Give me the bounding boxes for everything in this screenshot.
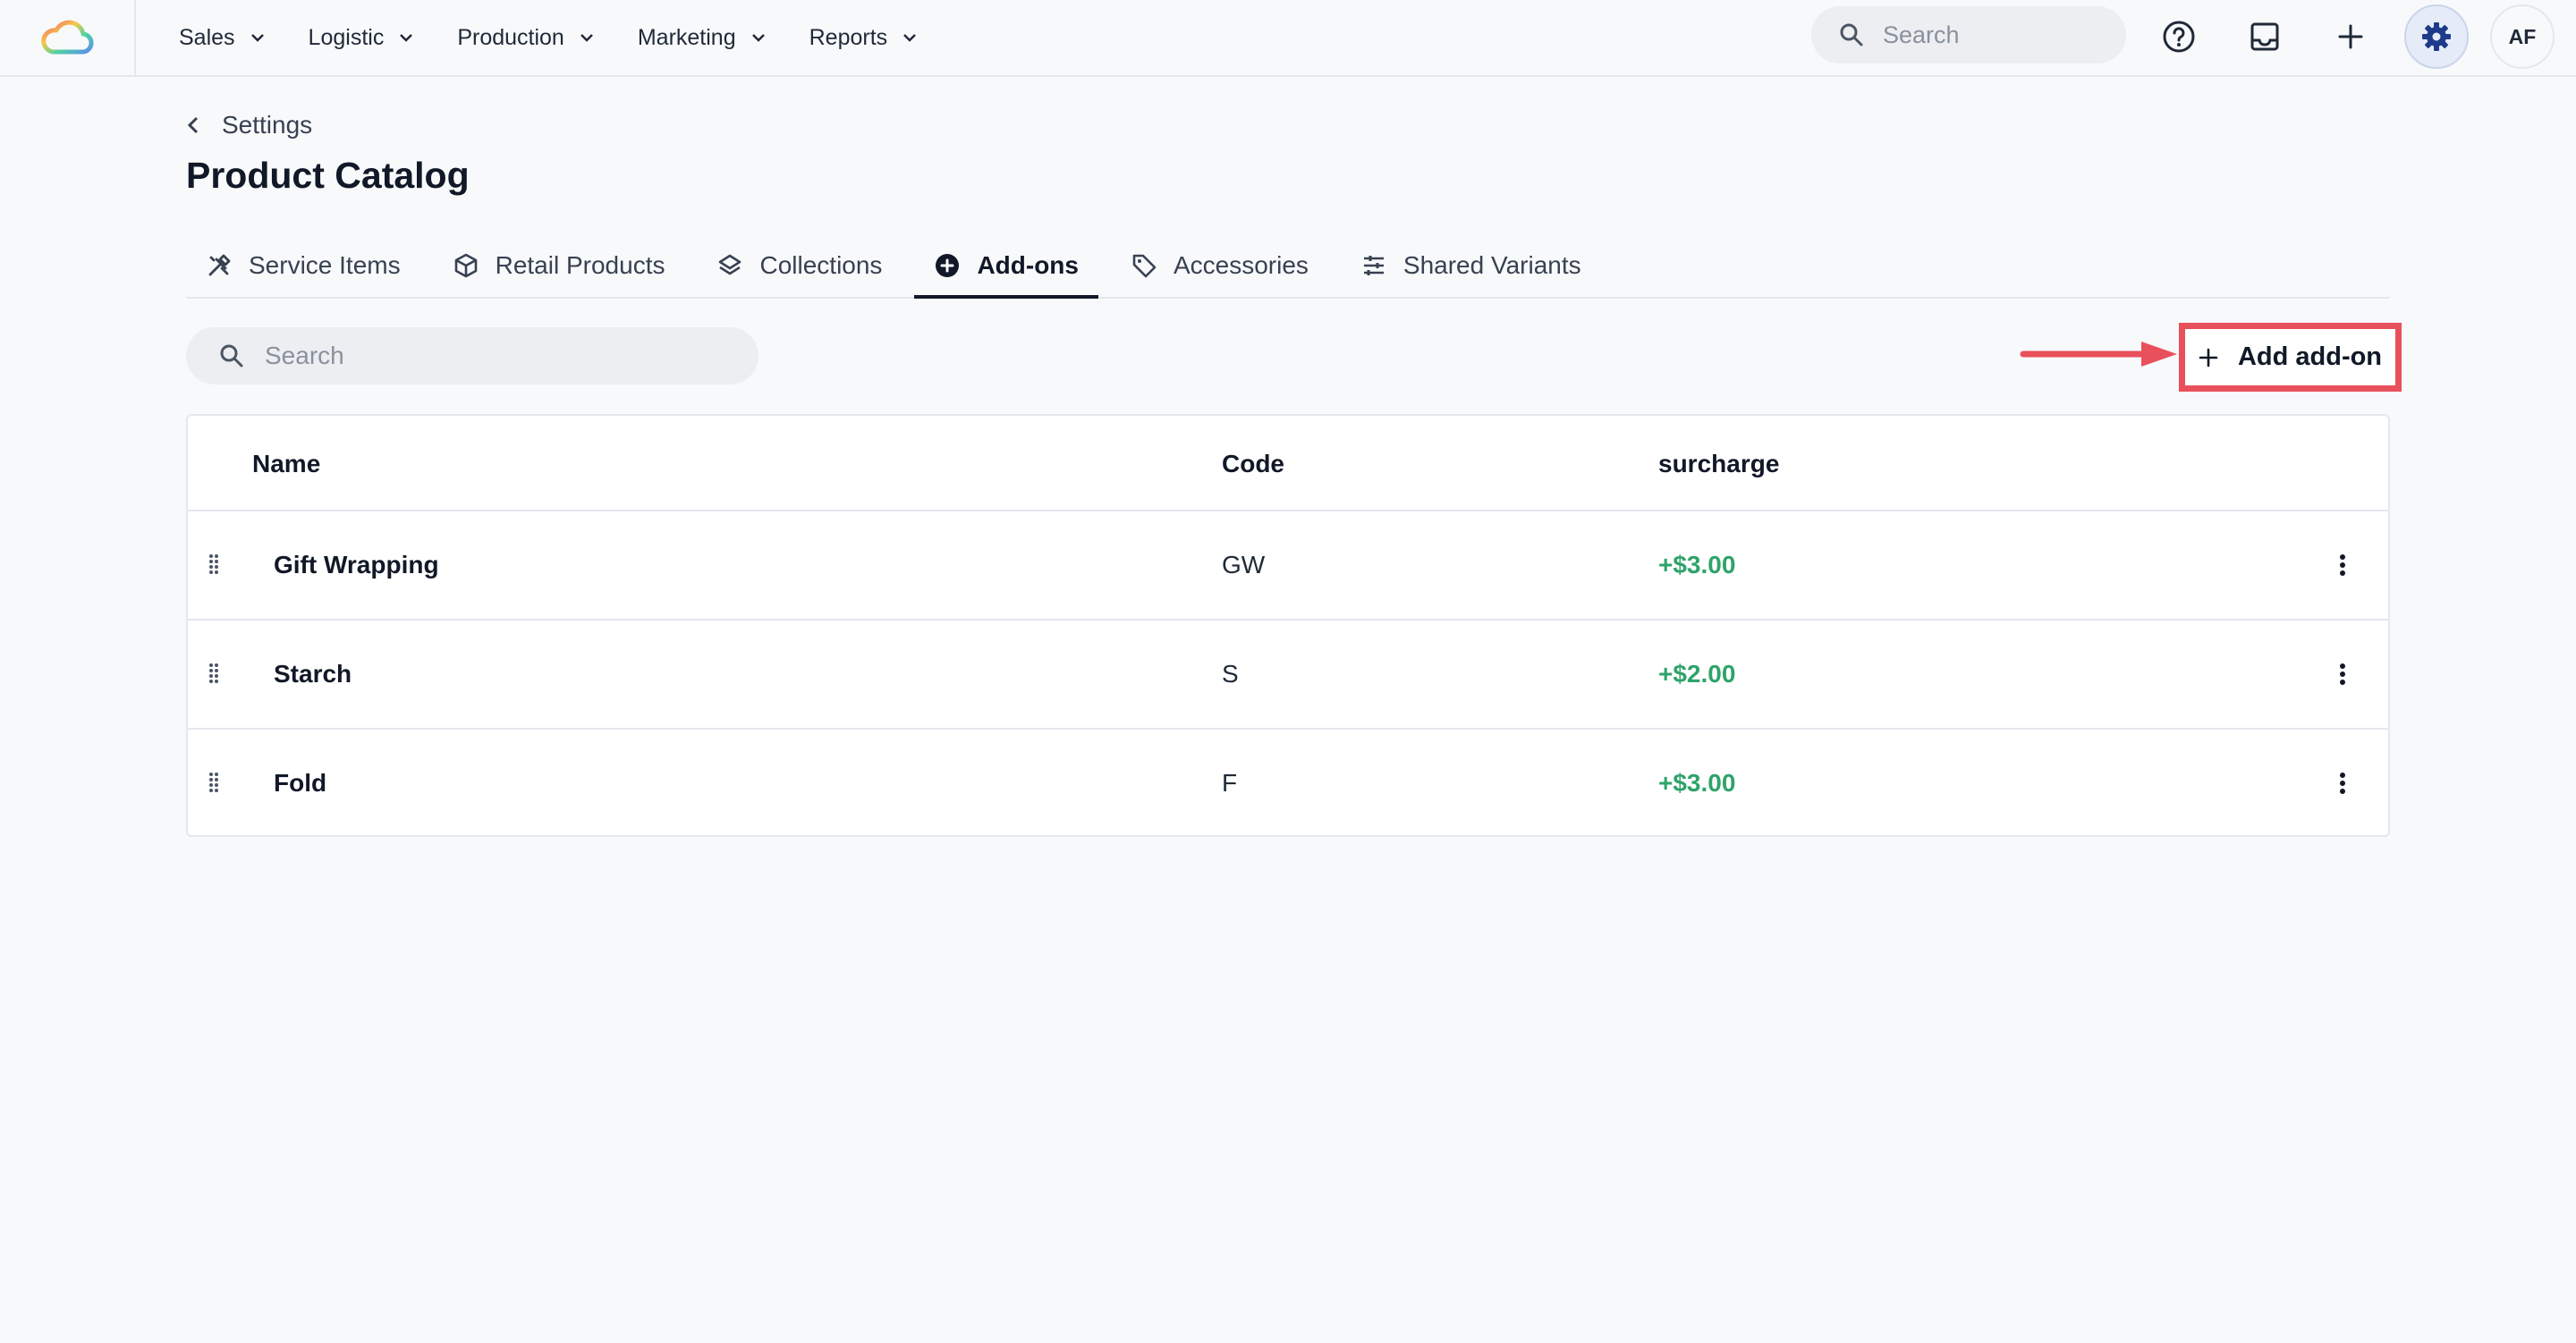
tab-label: Collections (759, 251, 883, 279)
tab-service-items[interactable]: Service Items (186, 234, 420, 297)
plus-icon (2199, 348, 2218, 367)
inbox-button[interactable] (2233, 4, 2297, 69)
nav-item-label: Marketing (637, 24, 736, 50)
nav-item-label: Logistic (308, 24, 385, 50)
catalog-tabs: Service Items Retail Products Collection… (186, 234, 2390, 299)
nav-item-label: Sales (179, 24, 235, 50)
annotation-arrow-icon (2020, 342, 2177, 367)
settings-button[interactable] (2404, 4, 2469, 69)
row-surcharge: +$3.00 (1658, 769, 1736, 797)
row-name: Starch (274, 660, 352, 688)
table-row[interactable]: Gift Wrapping GW +$3.00 (188, 511, 2388, 621)
tag-icon (1131, 252, 1157, 279)
main-nav: Sales Logistic Production Marketing Repo… (179, 0, 961, 75)
row-code: GW (1222, 551, 1266, 579)
tab-label: Add-ons (977, 251, 1079, 279)
global-search[interactable] (1811, 6, 2126, 63)
app-logo[interactable] (0, 0, 136, 75)
table-row[interactable]: Fold F +$3.00 (188, 730, 2388, 839)
nav-item-marketing[interactable]: Marketing (638, 25, 767, 51)
nav-item-logistic[interactable]: Logistic (309, 25, 415, 51)
tab-label: Retail Products (495, 251, 665, 279)
page-title: Product Catalog (186, 155, 470, 196)
breadcrumb-label: Settings (222, 111, 313, 139)
row-surcharge: +$2.00 (1658, 660, 1736, 688)
drag-handle-icon[interactable] (208, 771, 224, 792)
chevron-down-icon (750, 32, 767, 43)
top-navbar: Sales Logistic Production Marketing Repo… (0, 0, 2576, 77)
tab-label: Service Items (249, 251, 401, 279)
help-button[interactable] (2147, 4, 2211, 69)
kebab-menu-icon (2340, 773, 2345, 794)
sliders-icon (1360, 252, 1387, 279)
nav-item-production[interactable]: Production (457, 25, 595, 51)
row-menu-button[interactable] (2329, 767, 2356, 799)
chevron-down-icon (902, 32, 918, 43)
tab-collections[interactable]: Collections (697, 234, 902, 297)
tab-retail-products[interactable]: Retail Products (433, 234, 685, 297)
search-icon (220, 344, 243, 367)
row-surcharge: +$3.00 (1658, 551, 1736, 579)
inbox-icon (2250, 22, 2279, 51)
tab-label: Shared Variants (1402, 251, 1581, 279)
nav-item-label: Reports (809, 24, 888, 50)
tab-add-ons[interactable]: Add-ons (914, 234, 1098, 299)
addon-search-input[interactable] (265, 342, 730, 370)
column-header-name[interactable]: Name (252, 450, 320, 478)
tab-accessories[interactable]: Accessories (1111, 234, 1328, 297)
kebab-menu-icon (2340, 554, 2345, 576)
table-row[interactable]: Starch S +$2.00 (188, 621, 2388, 730)
row-name: Fold (274, 769, 327, 797)
help-icon (2163, 21, 2195, 53)
plus-icon (2338, 24, 2363, 49)
layers-icon (716, 252, 743, 279)
addon-search[interactable] (186, 327, 758, 384)
row-code: S (1222, 660, 1239, 688)
column-header-code[interactable]: Code (1222, 450, 1284, 478)
nav-item-label: Production (457, 24, 564, 50)
tools-icon (206, 252, 233, 279)
gear-icon (2422, 22, 2451, 51)
nav-item-sales[interactable]: Sales (179, 25, 266, 51)
addons-table: Name Code surcharge Gift Wrapping GW +$3… (186, 414, 2390, 837)
plus-circle-icon (934, 252, 961, 279)
row-menu-button[interactable] (2329, 658, 2356, 690)
row-name: Gift Wrapping (274, 551, 439, 579)
chevron-down-icon (398, 32, 414, 43)
create-button[interactable] (2318, 4, 2383, 69)
chevron-left-icon (187, 116, 199, 134)
tab-shared-variants[interactable]: Shared Variants (1341, 234, 1601, 297)
user-avatar[interactable]: AF (2490, 4, 2555, 69)
nav-item-reports[interactable]: Reports (809, 25, 919, 51)
add-addon-label: Add add-on (2237, 342, 2383, 371)
search-icon (1840, 23, 1863, 46)
chevron-down-icon (579, 32, 595, 43)
table-header: Name Code surcharge (188, 416, 2388, 511)
box-icon (453, 252, 479, 279)
drag-handle-icon[interactable] (208, 662, 224, 683)
avatar-initials: AF (2508, 24, 2537, 48)
add-addon-button[interactable]: Add add-on (2179, 323, 2402, 392)
kebab-menu-icon (2340, 663, 2345, 685)
cloud-logo-icon (41, 20, 94, 55)
row-menu-button[interactable] (2329, 549, 2356, 581)
row-code: F (1222, 769, 1238, 797)
drag-handle-icon[interactable] (208, 553, 224, 574)
breadcrumb-back[interactable]: Settings (186, 107, 312, 143)
global-search-input[interactable] (1883, 21, 2106, 49)
chevron-down-icon (250, 32, 266, 43)
tab-label: Accessories (1173, 251, 1309, 279)
column-header-surcharge[interactable]: surcharge (1658, 450, 1779, 478)
